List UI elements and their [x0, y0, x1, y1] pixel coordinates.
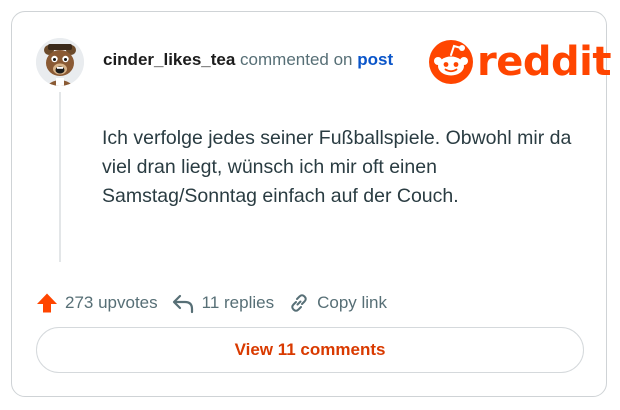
- commented-on-text: commented on: [240, 50, 353, 69]
- comment-meta: cinder_likes_tea commented on post: [103, 50, 393, 70]
- comment-body: Ich verfolge jedes seiner Fußballspiele.…: [102, 127, 572, 207]
- comment-actions: 273 upvotes 11 replies Copy link: [36, 290, 387, 316]
- upvote-button[interactable]: 273 upvotes: [36, 292, 158, 314]
- post-link[interactable]: post: [357, 50, 393, 69]
- replies-count: 11 replies: [201, 293, 275, 312]
- username[interactable]: cinder_likes_tea: [103, 50, 235, 69]
- avatar[interactable]: [36, 38, 84, 86]
- reddit-snoo-icon: [429, 40, 473, 84]
- replies-button[interactable]: 11 replies: [171, 292, 274, 314]
- upvote-count: 273 upvotes: [65, 293, 158, 312]
- comment-card: cinder_likes_tea commented on post reddi…: [11, 11, 611, 397]
- view-comments-button[interactable]: View 11 comments: [36, 327, 584, 373]
- copy-link-label: Copy link: [317, 293, 388, 312]
- reddit-logo[interactable]: reddit: [429, 40, 611, 84]
- thread-line: [59, 92, 61, 262]
- upvote-arrow-icon: [37, 293, 57, 313]
- reply-arrow-icon: [172, 294, 193, 314]
- link-chain-icon: [291, 294, 307, 312]
- copy-link-button[interactable]: Copy link: [288, 292, 387, 314]
- reddit-wordmark: reddit: [477, 39, 611, 85]
- avatar-bear-icon: [36, 38, 84, 86]
